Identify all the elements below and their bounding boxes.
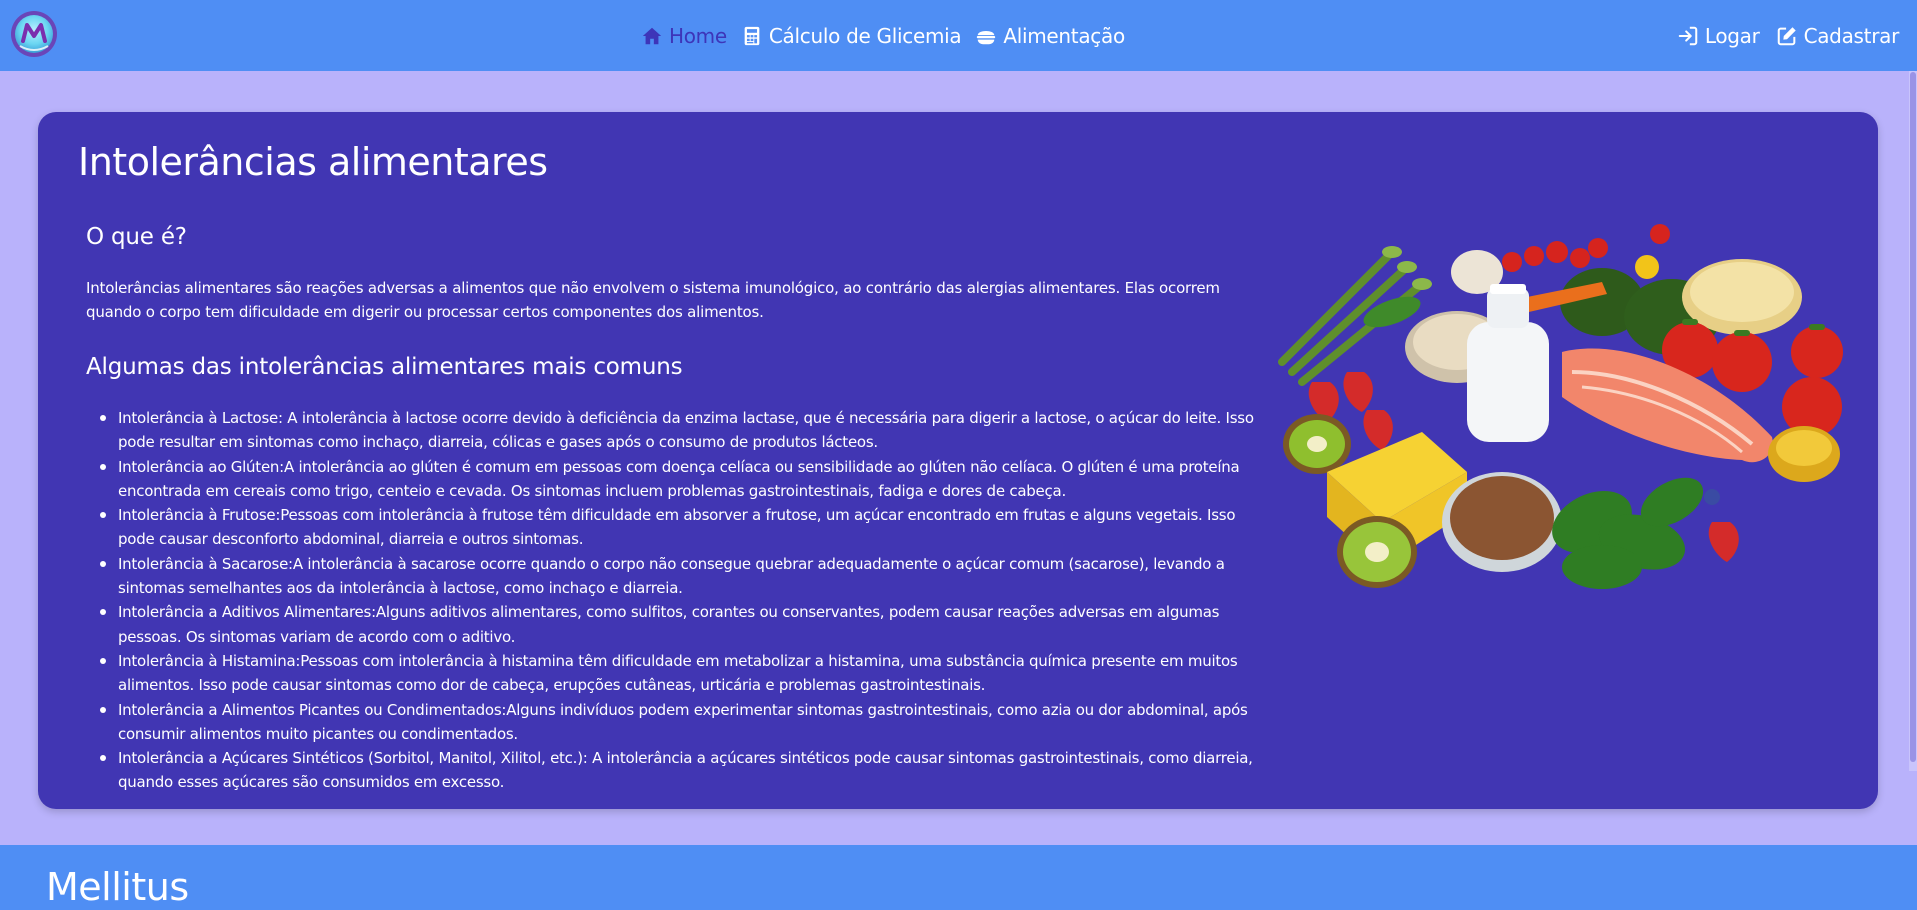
login-label: Logar [1704,23,1760,48]
page-title: Intolerâncias alimentares [78,140,548,184]
nav-alimentacao-label: Alimentação [1003,23,1125,48]
logo-icon[interactable] [10,10,58,58]
nav-alimentacao-link[interactable]: Alimentação [975,24,1125,48]
edit-icon [1777,26,1796,45]
calculator-icon [744,26,760,45]
register-link[interactable]: Cadastrar [1776,24,1899,48]
what-heading: O que é? [86,224,187,250]
nav-home-link[interactable]: Home [641,24,727,48]
list-item: Intolerância à Lactose: A intolerância à… [86,406,1256,455]
list-item: Intolerância à Sacarose:A intolerância à… [86,552,1256,601]
food-bowl-icon [977,30,996,44]
login-link[interactable]: Logar [1677,24,1760,48]
navbar: Home Cálculo de Glicemia Alimentação Log… [0,0,1917,71]
nav-glicemia-label: Cálculo de Glicemia [768,23,962,48]
scrollbar-thumb[interactable] [1910,72,1916,762]
login-icon [1678,26,1698,45]
list-item: Intolerância ao Glúten:A intolerância ao… [86,455,1256,504]
nav-home-label: Home [669,23,727,48]
intro-paragraph: Intolerâncias alimentares são reações ad… [86,279,1220,321]
list-item: Intolerância à Frutose:Pessoas com intol… [86,503,1256,552]
common-heading: Algumas das intolerâncias alimentares ma… [86,354,683,380]
footer: Mellitus [0,845,1917,910]
intolerance-list: Intolerância à Lactose: A intolerância à… [86,406,1256,795]
home-icon [642,27,662,44]
list-item: Intolerância à Histamina:Pessoas com int… [86,649,1256,698]
register-label: Cadastrar [1803,23,1900,48]
list-item: Intolerância a Aditivos Alimentares:Algu… [86,600,1256,649]
list-item: Intolerância a Alimentos Picantes ou Con… [86,698,1256,747]
list-item: Intolerância a Açúcares Sintéticos (Sorb… [86,746,1256,795]
footer-title: Mellitus [46,865,189,909]
auth-nav: Logar Cadastrar [1677,0,1899,71]
intolerance-card: Intolerâncias alimentares O que é? Intol… [38,112,1878,809]
nav-glicemia-link[interactable]: Cálculo de Glicemia [741,23,962,48]
healthy-food-image [1278,224,1843,589]
main-nav: Home Cálculo de Glicemia Alimentação [641,0,1125,71]
